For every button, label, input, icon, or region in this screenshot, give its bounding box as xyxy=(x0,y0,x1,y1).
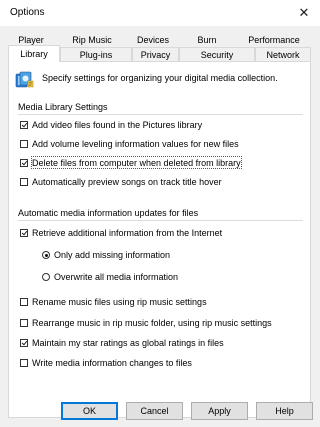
checkbox[interactable] xyxy=(20,319,28,327)
option-label: Write media information changes to files xyxy=(32,358,192,368)
divider xyxy=(18,220,303,221)
checkbox[interactable] xyxy=(20,229,28,237)
radio-button[interactable] xyxy=(42,251,50,259)
library-panel: Specify settings for organizing your dig… xyxy=(8,61,311,418)
option-volume-leveling[interactable]: Add volume leveling information values f… xyxy=(20,139,239,149)
tab-label: Library xyxy=(20,49,48,59)
radio-button[interactable] xyxy=(42,273,50,281)
tab-library[interactable]: Library xyxy=(8,45,60,62)
option-label: Automatically preview songs on track tit… xyxy=(32,177,222,187)
tab-label: Plug-ins xyxy=(79,50,113,60)
option-label: Retrieve additional information from the… xyxy=(32,228,223,238)
tab-label: Performance xyxy=(248,35,300,45)
library-icon xyxy=(15,70,35,90)
close-icon: ✕ xyxy=(298,5,310,20)
tab-label: Privacy xyxy=(140,50,171,60)
option-rearrange-music[interactable]: Rearrange music in rip music folder, usi… xyxy=(20,318,272,328)
tab-label: Rip Music xyxy=(72,35,112,45)
option-label: Add video files found in the Pictures li… xyxy=(32,120,203,130)
option-rename-music[interactable]: Rename music files using rip music setti… xyxy=(20,297,207,307)
checkbox[interactable] xyxy=(20,121,28,129)
option-auto-preview[interactable]: Automatically preview songs on track tit… xyxy=(20,177,222,187)
option-label: Add volume leveling information values f… xyxy=(32,139,239,149)
option-label: Rename music files using rip music setti… xyxy=(32,297,207,307)
title-bar: Options ✕ xyxy=(0,0,320,26)
divider xyxy=(18,114,303,115)
option-delete-files[interactable]: Delete files from computer when deleted … xyxy=(20,158,241,168)
radio-only-add-missing[interactable]: Only add missing information xyxy=(42,250,170,260)
tab-label: Devices xyxy=(136,35,169,45)
tab-security[interactable]: Security xyxy=(179,47,255,61)
checkbox[interactable] xyxy=(20,339,28,347)
tab-network[interactable]: Network xyxy=(255,47,311,61)
auto-updates-group-title: Automatic media information updates for … xyxy=(18,208,199,218)
checkbox[interactable] xyxy=(20,159,28,167)
checkbox[interactable] xyxy=(20,140,28,148)
option-label: Maintain my star ratings as global ratin… xyxy=(32,338,224,348)
window-title: Options xyxy=(10,7,45,18)
option-add-video-files[interactable]: Add video files found in the Pictures li… xyxy=(20,120,202,130)
tab-devices[interactable]: Devices xyxy=(133,34,173,47)
radio-overwrite-all[interactable]: Overwrite all media information xyxy=(42,272,178,282)
header-description: Specify settings for organizing your dig… xyxy=(42,73,278,83)
checkbox[interactable] xyxy=(20,359,28,367)
close-button[interactable]: ✕ xyxy=(288,0,320,26)
ok-button[interactable]: OK xyxy=(61,402,118,420)
tab-label: Burn xyxy=(197,35,217,45)
tab-performance[interactable]: Performance xyxy=(244,34,304,47)
tab-privacy[interactable]: Privacy xyxy=(132,47,179,61)
tab-label: Network xyxy=(266,50,300,60)
help-button[interactable]: Help xyxy=(256,402,313,420)
checkbox[interactable] xyxy=(20,178,28,186)
option-write-media-info[interactable]: Write media information changes to files xyxy=(20,358,192,368)
tab-rip-music[interactable]: Rip Music xyxy=(67,34,117,47)
option-label: Rearrange music in rip music folder, usi… xyxy=(32,318,272,328)
option-retrieve-info[interactable]: Retrieve additional information from the… xyxy=(20,228,222,238)
option-label: Overwrite all media information xyxy=(54,272,179,282)
tab-label: Player xyxy=(18,35,44,45)
tab-plug-ins[interactable]: Plug-ins xyxy=(60,47,132,61)
option-label: Only add missing information xyxy=(54,250,171,260)
cancel-button[interactable]: Cancel xyxy=(126,402,183,420)
dialog-body: Player Rip Music Devices Burn Performanc… xyxy=(0,26,320,427)
tab-label: Security xyxy=(200,50,234,60)
media-library-group-title: Media Library Settings xyxy=(18,102,108,112)
apply-button[interactable]: Apply xyxy=(191,402,248,420)
option-label: Delete files from computer when deleted … xyxy=(32,158,241,168)
option-maintain-ratings[interactable]: Maintain my star ratings as global ratin… xyxy=(20,338,224,348)
tab-burn[interactable]: Burn xyxy=(192,34,222,47)
checkbox[interactable] xyxy=(20,298,28,306)
